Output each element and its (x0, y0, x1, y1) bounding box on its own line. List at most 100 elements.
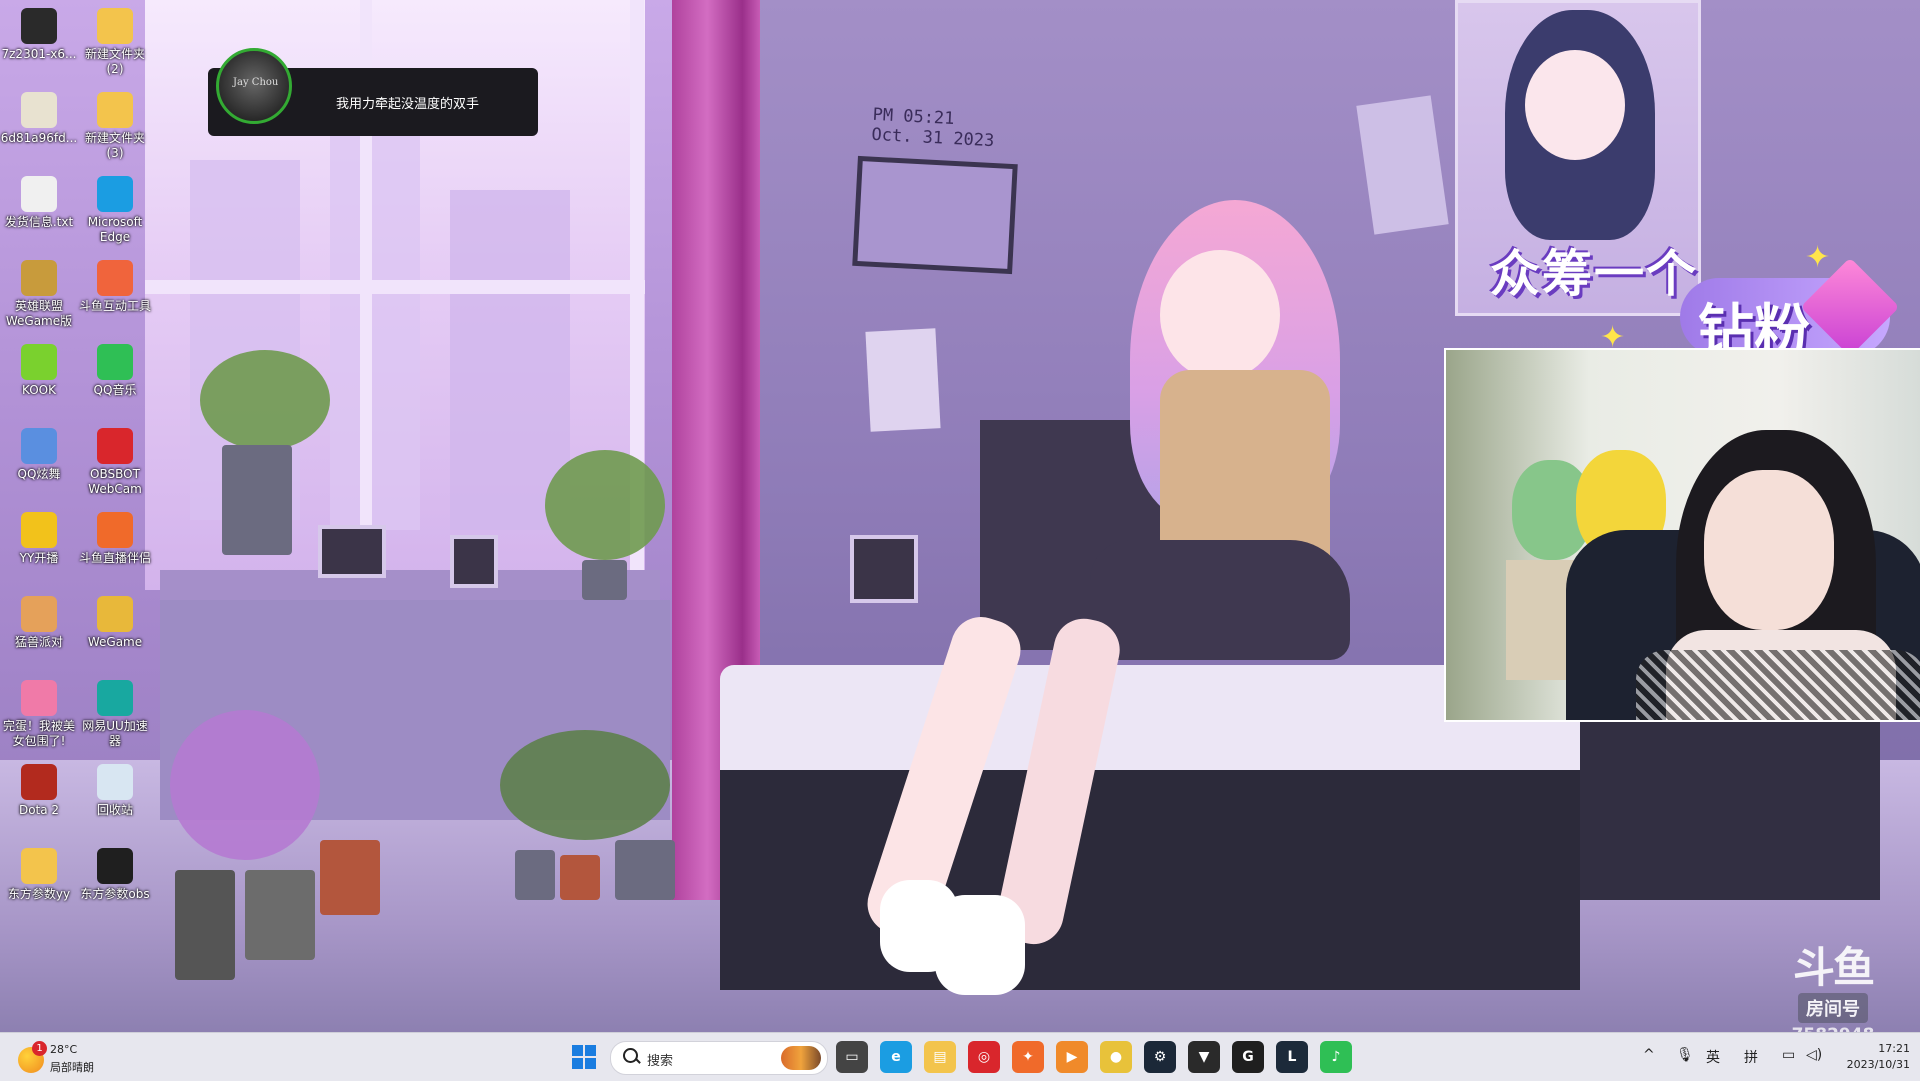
dota2-icon (21, 764, 57, 800)
desktop-icon[interactable]: QQ音乐 (76, 344, 154, 398)
anime-girl-face (1160, 250, 1280, 380)
edge-icon: e (891, 1049, 901, 1065)
taskbar-app-g-app[interactable]: G (1232, 1041, 1264, 1073)
search-highlight-icon (781, 1046, 821, 1070)
desktop-icon-label: OBSBOT WebCam (88, 467, 142, 496)
desktop-icon[interactable]: WeGame (76, 596, 154, 650)
game-heart-icon (21, 680, 57, 716)
desktop-icon-label: YY开播 (19, 551, 59, 565)
system-clock[interactable]: 17:21 2023/10/31 (1834, 1041, 1910, 1073)
desktop-icon[interactable]: 斗鱼互动工具 (76, 260, 154, 314)
taskbar-app-douyu-live[interactable]: ▶ (1056, 1041, 1088, 1073)
webcam-streamer-face (1704, 470, 1834, 630)
start-button[interactable] (572, 1045, 596, 1069)
text-file-icon (21, 176, 57, 212)
photo-frame (318, 525, 386, 578)
folder-icon (21, 848, 57, 884)
desktop-icon-label: Microsoft Edge (87, 215, 143, 244)
qqmusic-icon (97, 344, 133, 380)
photo-frame (450, 535, 498, 588)
desktop-icon[interactable]: Dota 2 (0, 764, 78, 818)
desktop-icon-label: 6d81a96fd... (0, 131, 78, 145)
taskbar-app-qqmusic[interactable]: ♪ (1320, 1041, 1352, 1073)
qqmusic-icon: ♪ (1331, 1049, 1341, 1065)
taskbar-app-steam[interactable]: ⚙ (1144, 1041, 1176, 1073)
weather-widget[interactable]: 1 28°C 局部晴朗 (18, 1041, 138, 1075)
taskbar-app-task-view[interactable]: ▭ (836, 1041, 868, 1073)
input-method-pinyin[interactable]: 拼 (1744, 1047, 1758, 1067)
party-app-icon: ● (1109, 1049, 1123, 1065)
kook-icon (21, 344, 57, 380)
plant-pot (320, 840, 380, 915)
taskbar-app-valorant-like[interactable]: ▼ (1188, 1041, 1220, 1073)
room-label: 房间号 (1798, 993, 1868, 1023)
sparkle-icon: ✦ (1805, 240, 1831, 275)
desktop-icon[interactable]: YY开播 (0, 512, 78, 566)
taskbar-search[interactable]: 搜索 (610, 1041, 828, 1075)
desktop-icon-label: 网易UU加速 器 (82, 719, 148, 748)
desktop-icon[interactable]: 东方参数obs (76, 848, 154, 902)
desktop-icon-label: QQ音乐 (93, 383, 137, 397)
desktop-icon-label: 7z2301-x6... (1, 47, 77, 61)
search-icon (623, 1048, 638, 1063)
task-view-icon: ▭ (845, 1049, 859, 1065)
valorant-like-icon: ▼ (1198, 1049, 1210, 1065)
desktop-icon-label: 回收站 (96, 803, 133, 817)
input-lang-en[interactable]: 英 (1706, 1047, 1720, 1067)
album-caption: Jay Chou (233, 77, 279, 88)
desktop-icon[interactable]: 东方参数yy (0, 848, 78, 902)
desktop-icon-label: 新建文件夹 (3) (84, 131, 145, 160)
desktop-icon[interactable]: KOOK (0, 344, 78, 398)
desktop-icon[interactable]: 6d81a96fd... (0, 92, 78, 146)
douyu-tool-icon: ✦ (1022, 1049, 1034, 1065)
folder-icon (97, 92, 133, 128)
microphone-icon[interactable]: 🎙 (1676, 1047, 1694, 1063)
desktop-icon[interactable]: 猛兽派对 (0, 596, 78, 650)
plant (500, 730, 670, 840)
wallpaper-building (330, 110, 420, 530)
taskbar-app-edge[interactable]: e (880, 1041, 912, 1073)
taskbar-app-obsbot[interactable]: ◎ (968, 1041, 1000, 1073)
desktop-icon-label: 英雄联盟 WeGame版 (5, 299, 73, 328)
folder-icon (97, 8, 133, 44)
plant-pot (175, 870, 235, 980)
poster-face (1525, 50, 1625, 160)
desktop-icon[interactable]: 斗鱼直播伴侣 (76, 512, 154, 566)
desktop-icon[interactable]: 7z2301-x6... (0, 8, 78, 62)
desktop-icon-label: 发货信息.txt (4, 215, 74, 229)
plant-pot (615, 840, 675, 900)
desktop-icon-label: 东方参数obs (80, 887, 150, 901)
yy-icon (21, 512, 57, 548)
music-notification[interactable]: Jay Chou 我用力牵起没温度的双手 (208, 48, 538, 136)
chevron-up-icon[interactable]: ^ (1643, 1047, 1655, 1063)
plant-pot (515, 850, 555, 900)
douyu-watermark: 斗鱼 房间号 7582948 (1778, 945, 1888, 1046)
network-icon[interactable]: ▭ (1782, 1047, 1795, 1063)
desktop-icon[interactable]: QQ炫舞 (0, 428, 78, 482)
search-placeholder: 搜索 (647, 1054, 674, 1069)
desktop-icon[interactable]: 网易UU加速 器 (76, 680, 154, 749)
weather-badge: 1 (32, 1041, 47, 1056)
desktop-icon[interactable]: Microsoft Edge (76, 176, 154, 245)
weather-temp: 28°C (50, 1043, 78, 1056)
desktop-icon[interactable]: 完蛋！我被美 女包围了! (0, 680, 78, 749)
desktop-icon-label: 猛兽派对 (14, 635, 63, 649)
uu-icon (97, 680, 133, 716)
desktop-icon[interactable]: 新建文件夹 (2) (76, 8, 154, 77)
desktop-icon-label: QQ炫舞 (17, 467, 61, 481)
desktop-icon[interactable]: 新建文件夹 (3) (76, 92, 154, 161)
desktop-icon[interactable]: 英雄联盟 WeGame版 (0, 260, 78, 329)
folder-icon (97, 848, 133, 884)
volume-icon[interactable]: ◁) (1806, 1047, 1822, 1063)
desktop-icon[interactable]: 发货信息.txt (0, 176, 78, 230)
taskbar-app-party-app[interactable]: ● (1100, 1041, 1132, 1073)
taskbar-app-file-explorer[interactable]: ▤ (924, 1041, 956, 1073)
clock-time: 17:21 (1878, 1042, 1910, 1055)
taskbar-app-league[interactable]: L (1276, 1041, 1308, 1073)
desktop-icon[interactable]: 回收站 (76, 764, 154, 818)
bed-base (1580, 700, 1880, 900)
qqdance-icon (21, 428, 57, 464)
taskbar-app-douyu-tool[interactable]: ✦ (1012, 1041, 1044, 1073)
desktop-icon[interactable]: OBSBOT WebCam (76, 428, 154, 497)
desktop-icon-label: 斗鱼直播伴侣 (78, 551, 151, 565)
